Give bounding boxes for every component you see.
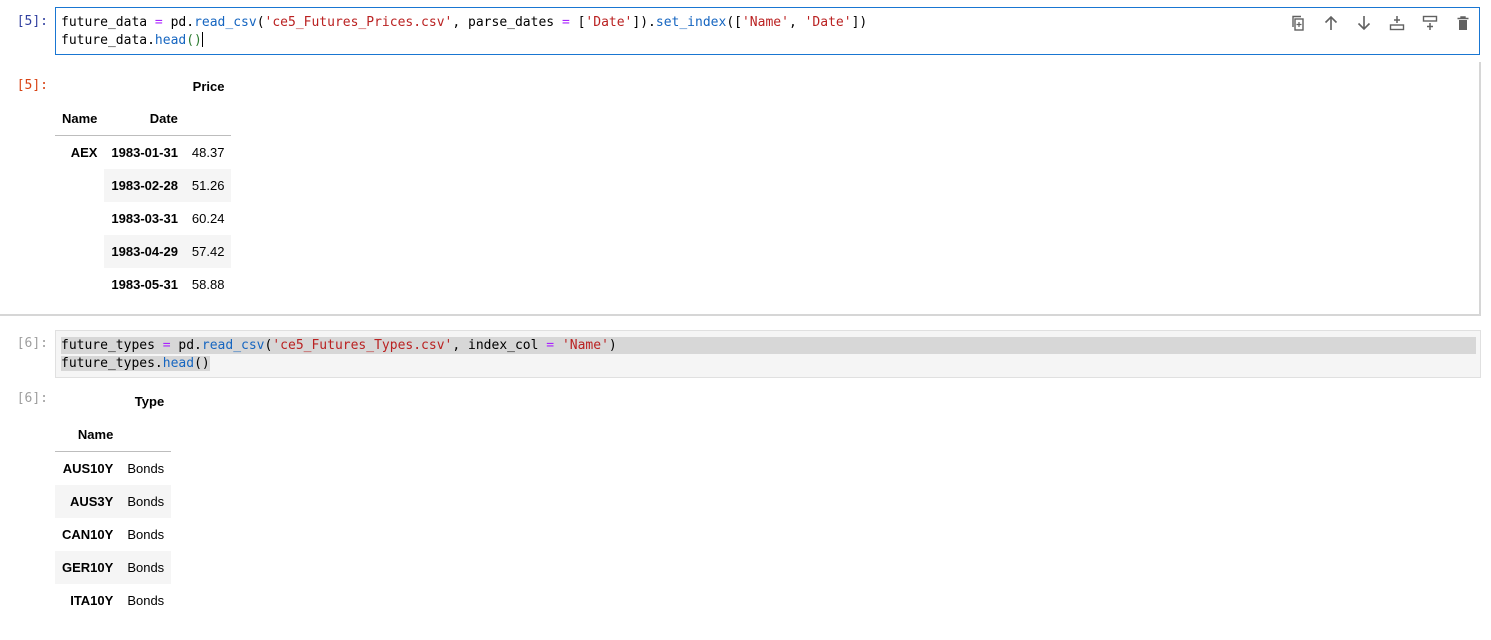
table-header-row: Type [55, 385, 171, 418]
table-row: 1983-04-29 57.42 [55, 235, 232, 268]
table-row: 1983-02-28 51.26 [55, 169, 232, 202]
column-header-type: Type [134, 394, 165, 409]
row-date: 1983-01-31 [111, 145, 178, 160]
row-price: 58.88 [191, 277, 225, 292]
column-header-price: Price [192, 78, 225, 94]
row-type: Bonds [120, 551, 172, 584]
row-price: 51.26 [184, 169, 232, 202]
row-price: 57.42 [184, 235, 232, 268]
row-type: Bonds [127, 527, 165, 542]
dataframe-table: Type Name AUS10Y Bonds AUS3Y Bonds CAN10… [55, 385, 172, 617]
row-name: AUS3Y [55, 485, 121, 518]
row-name: AUS10Y [62, 461, 114, 476]
code-editor[interactable]: future_data = pd.read_csv('ce5_Futures_P… [55, 7, 1480, 55]
table-header-row: Price [55, 70, 231, 102]
code-cell-5[interactable]: [5]: future_data = pd.read_csv('ce5_Futu… [0, 0, 1491, 62]
output-prompt: [5]: [16, 78, 48, 93]
move-down-icon [1357, 16, 1371, 31]
row-date: 1983-02-28 [104, 169, 185, 202]
code-line-2: future_data.head() [61, 32, 203, 48]
move-up-button[interactable] [1321, 13, 1341, 33]
index-name-name: Name [55, 418, 121, 452]
insert-below-button[interactable] [1420, 13, 1440, 33]
move-up-icon [1324, 15, 1338, 30]
move-down-button[interactable] [1354, 13, 1374, 33]
index-name-name: Name [55, 102, 105, 136]
code-line-1: future_data = pd.read_csv('ce5_Futures_P… [61, 15, 868, 30]
row-type: Bonds [127, 461, 165, 476]
row-date: 1983-04-29 [104, 235, 185, 268]
duplicate-icon [1292, 15, 1304, 31]
code-editor[interactable]: future_types = pd.read_csv('ce5_Futures_… [55, 330, 1481, 378]
index-names-row: Name [55, 418, 172, 452]
table-row: AUS3Y Bonds [55, 485, 172, 518]
table-row: GER10Y Bonds [55, 551, 172, 584]
table-row: AEX 1983-01-31 48.37 [55, 136, 231, 170]
output-area-5: [5]: Price Name Date AEX 1983-01-31 48.3… [0, 62, 1481, 316]
cell-toolbar [1288, 13, 1473, 33]
index-name-date: Date [104, 102, 185, 136]
delete-icon [1457, 16, 1469, 30]
row-name: CAN10Y [62, 527, 114, 542]
duplicate-cell-button[interactable] [1288, 13, 1308, 33]
insert-above-icon [1389, 16, 1405, 31]
table-row: 1983-05-31 58.88 [55, 268, 231, 301]
row-type: Bonds [127, 593, 165, 608]
dataframe-table: Price Name Date AEX 1983-01-31 48.37 198… [55, 70, 232, 301]
input-prompt: [5]: [16, 14, 48, 29]
delete-cell-button[interactable] [1453, 13, 1473, 33]
table-row: CAN10Y Bonds [55, 518, 171, 551]
code-line-1: future_types = pd.read_csv('ce5_Futures_… [61, 337, 1476, 354]
insert-below-icon [1422, 15, 1438, 30]
row-price: 48.37 [191, 145, 225, 160]
text-cursor [201, 32, 203, 47]
table-row: 1983-03-31 60.24 [55, 202, 231, 235]
row-price: 60.24 [191, 211, 225, 226]
output-prompt: [6]: [16, 391, 48, 406]
index-level-0: AEX [70, 145, 98, 160]
table-row: ITA10Y Bonds [55, 584, 171, 617]
insert-above-button[interactable] [1387, 13, 1407, 33]
row-name: GER10Y [55, 551, 121, 584]
index-names-row: Name Date [55, 102, 232, 136]
table-row: AUS10Y Bonds [55, 452, 171, 486]
input-prompt: [6]: [16, 336, 48, 351]
row-date: 1983-03-31 [111, 211, 178, 226]
row-date: 1983-05-31 [111, 277, 178, 292]
row-name: ITA10Y [70, 593, 114, 608]
code-line-2: future_types.head() [61, 356, 210, 371]
row-type: Bonds [120, 485, 172, 518]
